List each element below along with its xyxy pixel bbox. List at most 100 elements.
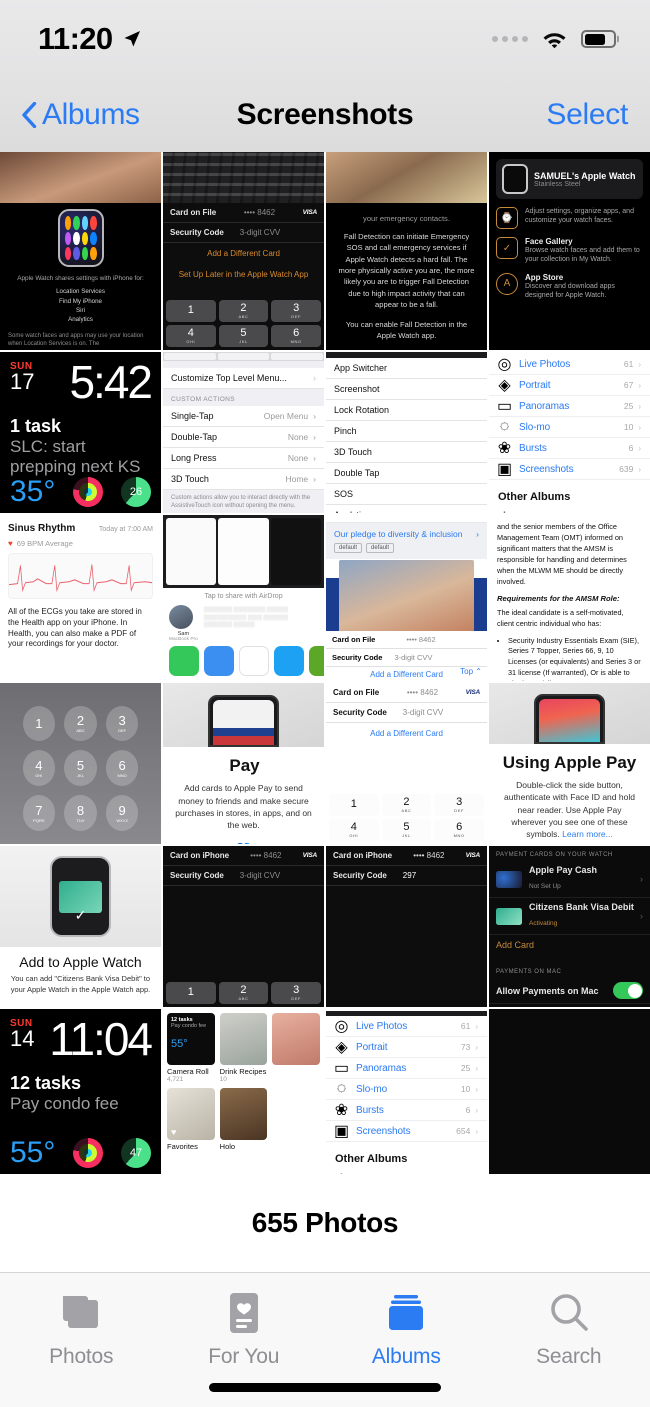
album-row[interactable]: ▭ Panoramas 25 › — [489, 396, 650, 417]
back-to-albums-button[interactable]: Albums — [22, 98, 140, 132]
allow-payments-toggle[interactable] — [613, 982, 643, 999]
passcode-key[interactable]: 2 ABC — [64, 705, 97, 742]
passcode-key[interactable]: 9 WXYZ — [105, 795, 139, 832]
thumbnail-watch-wallet-settings[interactable]: PAYMENT CARDS ON YOUR WATCH Apple Pay Ca… — [489, 846, 650, 1007]
thumbnail-card-on-file-light[interactable]: Card on File •••• 8462 VISA Security Code 3… — [326, 683, 487, 844]
messages-icon[interactable] — [169, 646, 199, 677]
key[interactable]: 3 DEF — [434, 794, 484, 816]
passcode-key[interactable]: 5 JKL — [64, 750, 97, 787]
album-cell[interactable]: Holo — [219, 1088, 268, 1151]
twitter-icon[interactable] — [274, 646, 304, 677]
custom-action-row[interactable]: Long Press None › — [163, 448, 324, 469]
thumbnail-watch-app[interactable]: SAMUEL's Apple Watch Stainless Steel ⌚ A… — [489, 152, 650, 350]
key[interactable]: 1 — [166, 982, 216, 1004]
thumbnail-assistive-custom-actions[interactable]: Customize Top Level Menu... › CUSTOM ACT… — [163, 352, 324, 513]
thumbnail-card-on-iphone-297[interactable]: Card on iPhone •••• 8462 VISA Security Cod… — [326, 846, 487, 1007]
album-cell[interactable] — [272, 1013, 320, 1083]
watch-app-item[interactable]: ⌚ Adjust settings, organize apps, and cu… — [496, 207, 643, 229]
key[interactable]: 3 DEF — [271, 300, 321, 322]
passcode-key[interactable]: 4 GHI — [22, 750, 56, 787]
thumbnail-watch-face-542[interactable]: SUN 17 5:42 1 task SLC: start prepping n… — [0, 352, 161, 513]
key[interactable]: 1 — [166, 300, 216, 322]
menu-item[interactable]: Screenshot — [326, 379, 487, 400]
notes-icon[interactable] — [239, 646, 269, 677]
allow-payments-row[interactable]: Allow Payments on Mac — [489, 978, 650, 1004]
home-indicator[interactable] — [209, 1383, 441, 1392]
wallet-card-row[interactable]: Citizens Bank Visa Debit Activating › — [489, 898, 650, 935]
thumbnail-assistive-menu-list[interactable]: App Switcher Screenshot Lock Rotation Pi… — [326, 352, 487, 513]
album-row[interactable]: ❀ Bursts 6 › — [326, 1100, 487, 1121]
share-app-row[interactable] — [163, 642, 324, 680]
watch-app-item[interactable]: A App Store Discover and download apps d… — [496, 272, 643, 301]
passcode-key[interactable]: 7 PQRS — [22, 795, 56, 832]
setup-later-link[interactable]: Set Up Later in the Apple Watch App — [163, 264, 324, 285]
thumbnail-card-on-iphone-dark[interactable]: Card on iPhone •••• 8462 VISA Security Cod… — [163, 846, 324, 1007]
select-button[interactable]: Select — [546, 98, 628, 132]
menu-item[interactable]: Double Tap — [326, 463, 487, 484]
add-card-button[interactable]: Add Card — [489, 935, 650, 955]
thumbnail-diversity-pledge[interactable]: Our pledge to diversity & inclusion › def… — [326, 515, 487, 681]
watch-app-item[interactable]: ✓ Face Gallery Browse watch faces and ad… — [496, 237, 643, 265]
thumbnail-apple-watch-settings[interactable]: Apple Watch shares settings with iPhone … — [0, 152, 161, 350]
menu-item[interactable]: Analytics — [326, 505, 487, 513]
security-code-input[interactable]: 3-digit CVV — [387, 708, 480, 717]
tab-photos[interactable]: Photos — [0, 1290, 163, 1369]
key[interactable]: 3 DEF — [271, 982, 321, 1004]
thumbnail-card-on-file-dark[interactable]: Card on File •••• 8462 VISA Security Cod… — [163, 152, 324, 350]
album-row[interactable]: ◌ Slo-mo 10 › — [489, 417, 650, 438]
album-row[interactable]: ▭ Panoramas 25 › — [326, 1058, 487, 1079]
thumbnail-albums-thumb-grid[interactable]: 12 tasks Pay condo fee 55° Camera Roll 4… — [163, 1009, 324, 1174]
album-row[interactable]: ◎ Live Photos 61 › — [326, 1016, 487, 1037]
numeric-keypad[interactable]: 1 2 ABC 3 DEF — [163, 979, 324, 1007]
thumbnail-job-description[interactable]: and the senior members of the Office Man… — [489, 515, 650, 681]
menu-item[interactable]: 3D Touch — [326, 442, 487, 463]
watch-device-card[interactable]: SAMUEL's Apple Watch Stainless Steel — [496, 159, 643, 199]
passcode-key[interactable]: 6 MNO — [105, 750, 139, 787]
passcode-key[interactable]: 8 TUV — [64, 795, 97, 832]
security-code-input[interactable]: 3-digit CVV — [224, 228, 317, 237]
learn-more-link[interactable]: Learn more... — [562, 829, 613, 839]
thumbnail-add-to-apple-watch[interactable]: ✓ Add to Apple Watch You can add "Citize… — [0, 846, 161, 1007]
evernote-icon[interactable] — [309, 646, 324, 677]
thumbnail-passcode-keypad[interactable]: 1 2 ABC 3 DEF 4 GHI 5 JKL 6 MNO 7 PQRS 8 TUV 9W… — [0, 683, 161, 844]
album-cell[interactable]: ♥ Favorites — [167, 1088, 215, 1151]
key[interactable]: 2 ABC — [218, 982, 269, 1004]
add-different-card-link[interactable]: Add a Different Card — [163, 243, 324, 264]
learn-more-link[interactable]: Learn More — [337, 349, 476, 350]
album-row[interactable]: ◈ Portrait 67 › — [489, 375, 650, 396]
thumbnail-ecg[interactable]: Sinus Rhythm Today at 7:00 AM ♥ 69 BPM Av… — [0, 515, 161, 681]
album-row[interactable]: ◈ Portrait 73 › — [326, 1037, 487, 1058]
key[interactable]: 5 JKL — [218, 325, 269, 347]
thumbnail-fall-detection[interactable]: your emergency contacts. Fall Detection … — [326, 152, 487, 350]
thumbnail-apple-pay-intro[interactable]: Pay Add cards to Apple Pay to send money… — [163, 683, 324, 844]
key[interactable]: 4 GHI — [329, 819, 379, 841]
add-different-card-link[interactable]: Add a Different Card — [326, 723, 487, 744]
key[interactable]: 2 ABC — [381, 794, 432, 816]
passcode-key[interactable]: 3 DEF — [105, 705, 139, 742]
security-code-input[interactable]: 3-digit CVV — [224, 871, 317, 880]
customize-top-level-menu-row[interactable]: Customize Top Level Menu... › — [163, 368, 324, 389]
custom-action-row[interactable]: 3D Touch Home › — [163, 469, 324, 490]
album-row[interactable]: ◌ Slo-mo 10 › — [326, 1079, 487, 1100]
album-row[interactable]: ⇟Imports0› — [326, 1170, 487, 1174]
thumbnail-blank-dark[interactable] — [489, 1009, 650, 1174]
scroll-to-top-button[interactable]: Top ⌃ — [460, 667, 482, 676]
album-row[interactable]: ▣ Screenshots 639 › — [489, 459, 650, 480]
thumbnail-watch-face-1104[interactable]: SUN 14 11:04 12 tasks Pay condo fee 55° … — [0, 1009, 161, 1174]
tab-search[interactable]: Search — [488, 1290, 650, 1369]
menu-item[interactable]: Pinch — [326, 421, 487, 442]
thumbnail-using-apple-pay[interactable]: Using Apple Pay Double-click the side bu… — [489, 683, 650, 844]
tab-albums[interactable]: Albums — [325, 1290, 488, 1369]
wallet-card-row[interactable]: Apple Pay Cash Not Set Up › — [489, 861, 650, 898]
album-row[interactable]: ◎ Live Photos 61 › — [489, 354, 650, 375]
key[interactable]: 4 GHI — [166, 325, 216, 347]
key[interactable]: 5 JKL — [381, 819, 432, 841]
numeric-keypad[interactable]: 1 2 ABC 3 DEF 4 GHI 5 JKL 6 MNO — [326, 791, 487, 844]
numeric-keypad[interactable]: 1 2 ABC 3 DEF 4 GHI 5 JKL 6 MNO — [163, 297, 324, 350]
album-row[interactable]: ▣ Screenshots 654 › — [326, 1121, 487, 1142]
key[interactable]: 6 MNO — [434, 819, 484, 841]
tab-for-you[interactable]: For You — [163, 1290, 326, 1369]
custom-action-row[interactable]: Single-Tap Open Menu › — [163, 406, 324, 427]
album-cell[interactable]: 12 tasks Pay condo fee 55° Camera Roll 4… — [167, 1013, 215, 1083]
pledge-link[interactable]: Our pledge to diversity & inclusion › — [334, 529, 479, 539]
